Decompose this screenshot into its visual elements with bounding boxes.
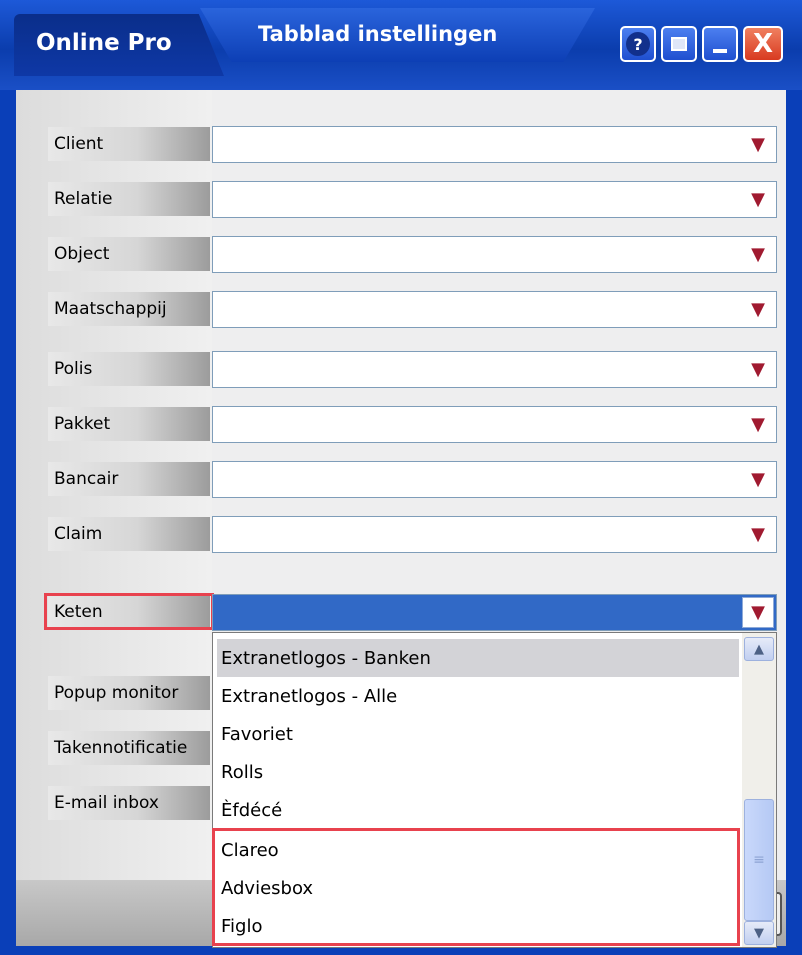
restore-button[interactable] [661,26,697,62]
label-relatie: Relatie [48,182,210,216]
label-object: Object [48,237,210,271]
help-icon: ? [626,32,650,56]
select-polis[interactable]: ▼ [212,351,777,388]
keten-label-highlight [44,593,214,630]
label-claim: Claim [48,517,210,551]
close-button[interactable]: X [743,26,783,62]
window-title: Tabblad instellingen [258,22,498,46]
list-item[interactable]: Extranetlogos - Banken [217,639,739,677]
chevron-down-icon[interactable]: ▼ [742,519,774,550]
scroll-down-button[interactable]: ▼ [744,921,774,945]
label-takennotificatie: Takennotificatie [48,731,210,765]
title-bar[interactable]: Online Pro Tabblad instellingen ? X [0,0,802,90]
select-bancair[interactable]: ▼ [212,461,777,498]
dropdown-scrollbar[interactable]: ▲ ≡ ▼ [742,633,776,947]
select-maatschappij[interactable]: ▼ [212,291,777,328]
window: Online Pro Tabblad instellingen ? X Clie… [0,0,802,955]
label-pakket: Pakket [48,407,210,441]
select-client[interactable]: ▼ [212,126,777,163]
chevron-down-icon: ▼ [754,925,764,941]
chevron-down-icon[interactable]: ▼ [742,239,774,270]
app-name: Online Pro [36,30,172,56]
close-icon: X [752,29,774,59]
grip-icon: ≡ [753,852,765,868]
select-claim[interactable]: ▼ [212,516,777,553]
chevron-up-icon: ▲ [754,641,764,657]
list-item[interactable]: Favoriet [217,715,739,753]
label-maatschappij: Maatschappij [48,292,210,326]
minimize-icon [713,49,727,53]
scroll-up-button[interactable]: ▲ [744,637,774,661]
chevron-down-icon[interactable]: ▼ [742,464,774,495]
chevron-down-icon[interactable]: ▼ [742,184,774,215]
scrollbar-thumb[interactable]: ≡ [744,799,774,921]
label-popup-monitor: Popup monitor [48,676,210,710]
dropdown-items-highlight [212,828,740,946]
chevron-down-icon[interactable]: ▼ [742,354,774,385]
label-email-inbox: E-mail inbox [48,786,210,820]
chevron-down-icon[interactable]: ▼ [742,294,774,325]
label-bancair: Bancair [48,462,210,496]
chevron-down-icon[interactable]: ▼ [742,129,774,160]
label-polis: Polis [48,352,210,386]
list-item[interactable]: Extranetlogos - Alle [217,677,739,715]
select-keten[interactable]: ▼ [212,594,777,631]
list-item[interactable]: Èfdécé [217,791,739,829]
list-item[interactable]: Rolls [217,753,739,791]
select-relatie[interactable]: ▼ [212,181,777,218]
label-client: Client [48,127,210,161]
help-button[interactable]: ? [620,26,656,62]
minimize-button[interactable] [702,26,738,62]
select-object[interactable]: ▼ [212,236,777,273]
chevron-down-icon[interactable]: ▼ [742,409,774,440]
restore-icon [671,37,687,51]
chevron-down-icon[interactable]: ▼ [742,597,774,628]
select-pakket[interactable]: ▼ [212,406,777,443]
